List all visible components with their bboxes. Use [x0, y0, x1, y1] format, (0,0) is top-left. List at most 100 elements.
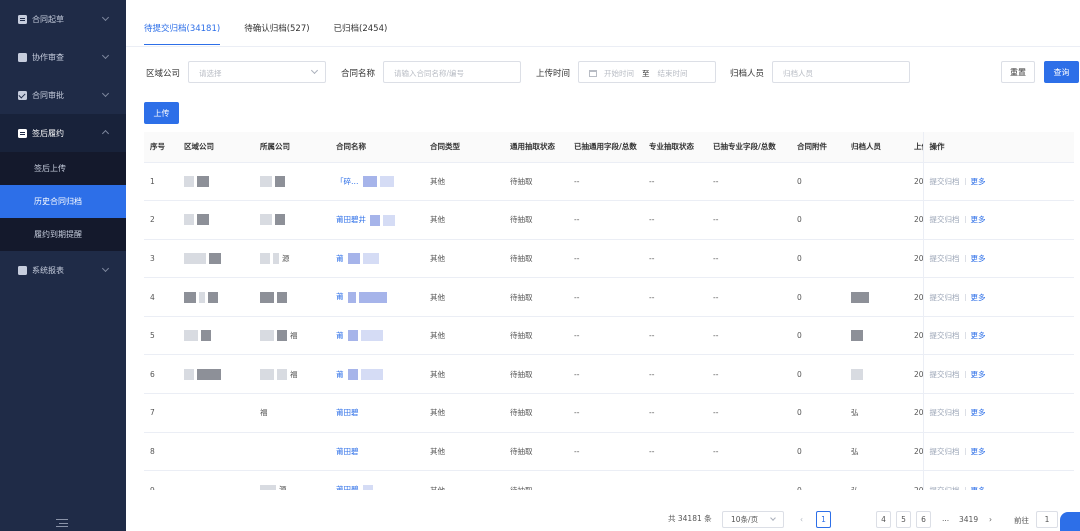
cell-type: 其他 [424, 200, 504, 240]
more-link[interactable]: 更多 [971, 254, 986, 263]
region-select[interactable]: 请选择 [188, 61, 326, 83]
sidebar-item-post-sign-upload[interactable]: 签后上传 [0, 152, 126, 185]
redacted-block [360, 369, 383, 381]
chevron-up-icon [101, 129, 110, 138]
more-link[interactable]: 更多 [971, 293, 986, 302]
cell-name[interactable]: 莆 [330, 277, 424, 317]
page-1[interactable]: 1 [816, 511, 831, 528]
upload-time-range[interactable]: 开始时间至结束时间 [578, 61, 716, 83]
main-content: 待提交归档(34181) 待确认归档(527) 已归档(2454) 区域公司 请… [126, 0, 1080, 531]
menu-item-review[interactable]: 协作审查 [0, 38, 126, 76]
redacted-block [184, 368, 194, 380]
cell-general: -- [568, 354, 643, 395]
redacted-block [370, 214, 380, 226]
cell-name[interactable]: 「碎… [330, 162, 424, 202]
contract-name-link[interactable]: 莆 [336, 292, 344, 301]
cell-index: 2 [144, 200, 178, 240]
cell-type: 其他 [424, 316, 504, 356]
page-5[interactable]: 5 [896, 511, 911, 528]
cell-pro-status: -- [643, 162, 707, 202]
contract-name-link[interactable]: 莆田碧 [336, 485, 359, 490]
goto-page-input[interactable]: 1 [1036, 511, 1058, 528]
cell-type: 其他 [424, 432, 504, 472]
cell-name[interactable]: 莆 [330, 354, 424, 395]
cell-name[interactable]: 莆田碧井 [330, 200, 424, 240]
redacted-block [851, 291, 869, 303]
menu-item-draft[interactable]: 合同起草 [0, 0, 126, 38]
page-size-select[interactable]: 10条/页 [722, 511, 784, 528]
cell-person: 弘 [845, 393, 908, 433]
more-link[interactable]: 更多 [971, 486, 986, 490]
cell-name[interactable]: 莆田碧 [330, 432, 424, 472]
contract-name-link[interactable]: 莆田碧 [336, 447, 359, 456]
cell-status: 待抽取 [504, 393, 568, 433]
contract-name-link[interactable]: 莆田碧井 [336, 215, 366, 224]
submit-archive-link[interactable]: 提交归档 [930, 408, 960, 417]
cell-name[interactable]: 莆 [330, 239, 424, 279]
next-page-icon[interactable]: › [989, 515, 992, 524]
cell-pro-status: -- [643, 200, 707, 240]
submit-archive-link[interactable]: 提交归档 [930, 447, 960, 456]
menu-item-reports[interactable]: 系统报表 [0, 251, 126, 289]
table-row: 1「碎…其他待抽取------0202提交归档更多 [144, 162, 1074, 202]
upload-button[interactable]: 上传 [144, 102, 179, 124]
prev-page-icon[interactable]: ‹ [800, 515, 803, 524]
cell-op: 提交归档 更多 [922, 354, 1074, 395]
tab-pending-submit[interactable]: 待提交归档(34181) [144, 22, 221, 45]
cell-name[interactable]: 莆田碧 [330, 393, 424, 433]
submit-archive-link[interactable]: 提交归档 [930, 293, 960, 302]
contract-name-input[interactable]: 请输入合同名称/编号 [383, 61, 521, 83]
contract-name-link[interactable]: 「碎… [336, 177, 359, 186]
more-link[interactable]: 更多 [971, 370, 986, 379]
divider [964, 177, 966, 185]
more-link[interactable]: 更多 [971, 215, 986, 224]
tab-pending-confirm[interactable]: 待确认归档(527) [244, 22, 309, 45]
collapse-menu-icon[interactable] [56, 519, 68, 527]
reset-button[interactable]: 重置 [1001, 61, 1035, 83]
contract-name-link[interactable]: 莆 [336, 254, 344, 263]
cell-name[interactable]: 莆田碧 [330, 470, 424, 490]
page-6[interactable]: 6 [916, 511, 931, 528]
cell-region [178, 239, 254, 279]
contract-name-link[interactable]: 莆田碧 [336, 408, 359, 417]
submit-archive-link[interactable]: 提交归档 [930, 177, 960, 186]
submit-archive-link[interactable]: 提交归档 [930, 215, 960, 224]
more-link[interactable]: 更多 [971, 331, 986, 340]
submit-archive-link[interactable]: 提交归档 [930, 370, 960, 379]
archive-person-input[interactable]: 归档人员 [772, 61, 910, 83]
cell-company: 源 [254, 470, 330, 490]
help-icon[interactable] [1060, 512, 1080, 531]
menu-item-post-sign[interactable]: 签后履约 [0, 114, 126, 152]
column-header: 通用抽取状态 [504, 132, 568, 163]
divider [964, 486, 966, 490]
contract-name-link[interactable]: 莆 [336, 331, 344, 340]
submit-archive-link[interactable]: 提交归档 [930, 331, 960, 340]
page-last[interactable]: 3419 [959, 515, 978, 524]
more-link[interactable]: 更多 [971, 408, 986, 417]
sidebar-item-due-reminder[interactable]: 履约到期提醒 [0, 218, 126, 251]
page-ellipsis[interactable]: ... [942, 514, 949, 523]
sidebar-item-history-archive[interactable]: 历史合同归档 [0, 185, 126, 218]
cell-status: 待抽取 [504, 162, 568, 202]
menu-label: 合同起草 [32, 14, 64, 24]
group-icon [18, 52, 27, 62]
submit-archive-link[interactable]: 提交归档 [930, 254, 960, 263]
cell-index: 6 [144, 354, 178, 395]
more-link[interactable]: 更多 [971, 447, 986, 456]
redacted-block [197, 175, 209, 187]
menu-item-approval[interactable]: 合同审批 [0, 76, 126, 114]
more-link[interactable]: 更多 [971, 177, 986, 186]
table-row: 4莆其他待抽取------0202提交归档更多 [144, 277, 1074, 317]
redacted-block [851, 368, 863, 380]
tab-archived[interactable]: 已归档(2454) [334, 22, 388, 45]
submit-archive-link[interactable]: 提交归档 [930, 486, 960, 490]
column-header: 上传 [908, 132, 923, 163]
page-4[interactable]: 4 [876, 511, 891, 528]
cell-general: -- [568, 470, 643, 490]
cell-pro: -- [707, 354, 791, 395]
search-button[interactable]: 查询 [1044, 61, 1079, 83]
chevron-down-icon [101, 13, 110, 22]
cell-region [178, 316, 254, 356]
cell-name[interactable]: 莆 [330, 316, 424, 356]
contract-name-link[interactable]: 莆 [336, 370, 344, 379]
